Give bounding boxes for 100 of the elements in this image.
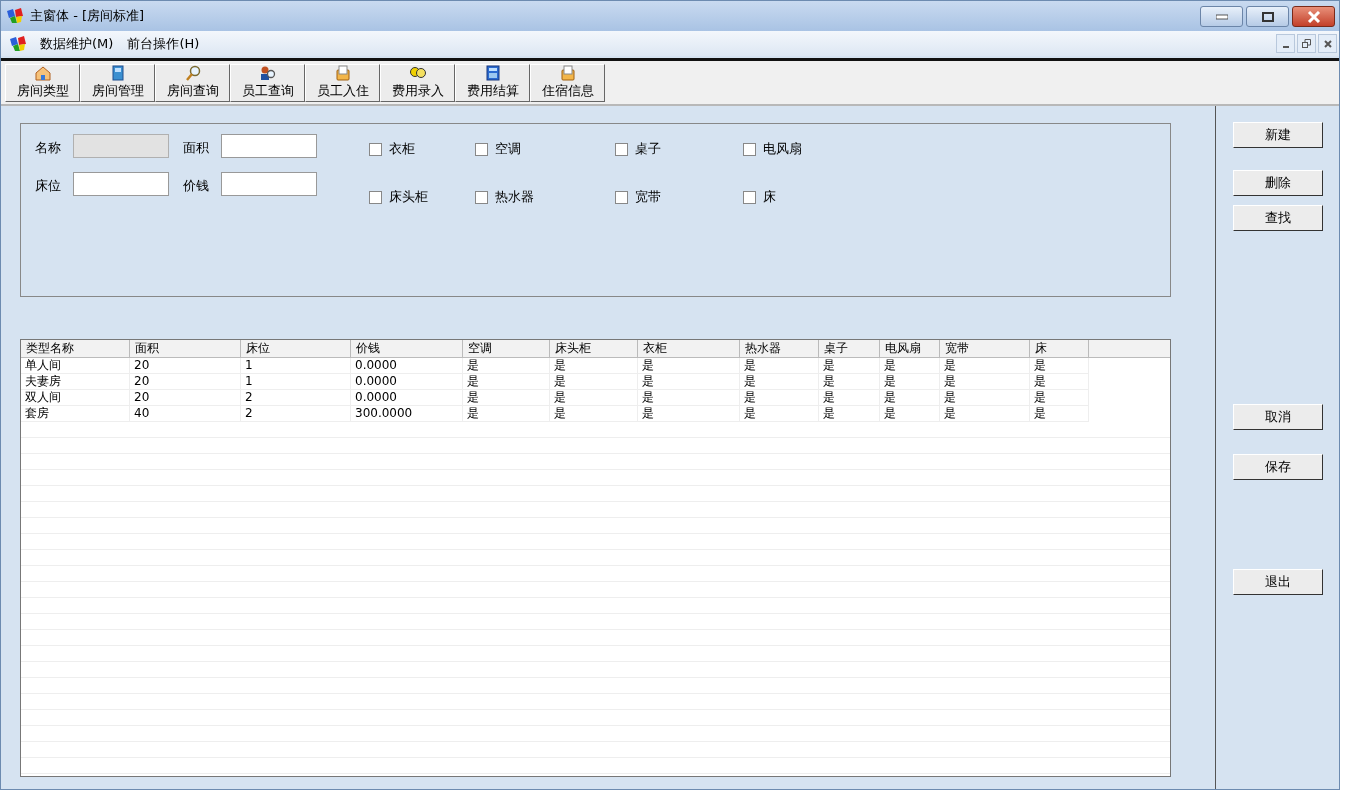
table-cell: 是 bbox=[638, 358, 740, 374]
table-cell: 是 bbox=[463, 374, 550, 390]
table-cell: 是 bbox=[880, 358, 940, 374]
field-label: 名称 bbox=[35, 139, 61, 157]
column-header[interactable]: 宽带 bbox=[940, 340, 1030, 357]
house-icon bbox=[33, 65, 52, 81]
minimize-icon bbox=[1282, 45, 1289, 48]
table-cell: 是 bbox=[463, 390, 550, 406]
table-cell: 0.0000 bbox=[351, 374, 463, 390]
table-cell: 是 bbox=[880, 390, 940, 406]
table-cell: 双人间 bbox=[21, 390, 130, 406]
toolbar-button[interactable]: 住宿信息 bbox=[530, 64, 605, 102]
close-icon bbox=[1323, 39, 1332, 48]
magnifier-icon bbox=[183, 65, 202, 81]
table-cell: 是 bbox=[819, 374, 880, 390]
action-button[interactable]: 退出 bbox=[1232, 569, 1323, 595]
table-cell: 是 bbox=[1030, 358, 1089, 374]
toolbar-button[interactable]: 员工查询 bbox=[230, 64, 305, 102]
toolbar-button[interactable]: 房间管理 bbox=[80, 64, 155, 102]
input-field[interactable] bbox=[73, 172, 169, 196]
table-cell: 单人间 bbox=[21, 358, 130, 374]
table-cell: 20 bbox=[130, 374, 241, 390]
table-cell: 是 bbox=[550, 390, 638, 406]
checkbox[interactable]: 床 bbox=[743, 188, 843, 206]
column-header[interactable]: 热水器 bbox=[740, 340, 819, 357]
app-icon bbox=[9, 35, 27, 52]
checkbox[interactable]: 宽带 bbox=[615, 188, 743, 206]
document-icon bbox=[333, 65, 352, 81]
table-cell: 20 bbox=[130, 358, 241, 374]
table-cell: 是 bbox=[940, 390, 1030, 406]
field-label: 价钱 bbox=[183, 177, 209, 195]
calculator-icon bbox=[483, 65, 502, 81]
table-cell: 是 bbox=[880, 374, 940, 390]
maximize-button[interactable] bbox=[1246, 6, 1289, 27]
table-cell: 20 bbox=[130, 390, 241, 406]
action-button[interactable]: 查找 bbox=[1232, 205, 1323, 231]
column-header[interactable]: 类型名称 bbox=[21, 340, 130, 357]
table-cell: 0.0000 bbox=[351, 390, 463, 406]
table-cell: 是 bbox=[550, 374, 638, 390]
table-cell: 是 bbox=[940, 374, 1030, 390]
table-cell: 是 bbox=[1030, 390, 1089, 406]
document-icon bbox=[558, 65, 577, 81]
table-cell: 是 bbox=[638, 390, 740, 406]
minimize-button[interactable] bbox=[1276, 34, 1295, 53]
people-icon bbox=[408, 65, 427, 81]
column-header[interactable]: 价钱 bbox=[351, 340, 463, 357]
column-header[interactable]: 空调 bbox=[463, 340, 550, 357]
table-cell: 是 bbox=[819, 358, 880, 374]
table-cell: 夫妻房 bbox=[21, 374, 130, 390]
toolbar-button[interactable]: 员工入住 bbox=[305, 64, 380, 102]
column-header[interactable]: 床头柜 bbox=[550, 340, 638, 357]
action-button[interactable]: 取消 bbox=[1232, 404, 1323, 430]
table-cell: 是 bbox=[550, 358, 638, 374]
checkbox[interactable]: 空调 bbox=[475, 140, 615, 158]
menu-item[interactable]: 数据维护(M) bbox=[33, 34, 121, 53]
checkbox[interactable]: 热水器 bbox=[475, 188, 615, 206]
table-cell: 是 bbox=[740, 374, 819, 390]
toolbar-button[interactable]: 房间查询 bbox=[155, 64, 230, 102]
column-header[interactable]: 桌子 bbox=[819, 340, 880, 357]
input-field[interactable] bbox=[221, 134, 317, 158]
table-cell: 是 bbox=[463, 358, 550, 374]
table-cell: 2 bbox=[241, 390, 351, 406]
toolbar-button[interactable]: 费用录入 bbox=[380, 64, 455, 102]
close-button[interactable] bbox=[1292, 6, 1335, 27]
table-cell: 1 bbox=[241, 358, 351, 374]
table-cell: 是 bbox=[740, 358, 819, 374]
restore-button[interactable] bbox=[1297, 34, 1316, 53]
restore-icon bbox=[1302, 39, 1311, 48]
person-search-icon bbox=[258, 65, 277, 81]
field-label: 床位 bbox=[35, 177, 61, 195]
checkbox[interactable]: 衣柜 bbox=[369, 140, 475, 158]
close-icon bbox=[1306, 10, 1321, 23]
column-header[interactable]: 床 bbox=[1030, 340, 1089, 357]
checkbox[interactable]: 床头柜 bbox=[369, 188, 475, 206]
menu-item[interactable]: 前台操作(H) bbox=[120, 34, 207, 53]
input-field[interactable] bbox=[221, 172, 317, 196]
column-header[interactable]: 衣柜 bbox=[638, 340, 740, 357]
table-cell: 是 bbox=[740, 390, 819, 406]
field-label: 面积 bbox=[183, 139, 209, 157]
toolbar-button[interactable]: 费用结算 bbox=[455, 64, 530, 102]
column-header[interactable]: 面积 bbox=[130, 340, 241, 357]
column-header[interactable]: 床位 bbox=[241, 340, 351, 357]
table-cell: 是 bbox=[638, 374, 740, 390]
action-button[interactable]: 删除 bbox=[1232, 170, 1323, 196]
maximize-icon bbox=[1261, 11, 1274, 22]
table-cell: 是 bbox=[1030, 374, 1089, 390]
column-header[interactable]: 电风扇 bbox=[880, 340, 940, 357]
app-icon bbox=[6, 8, 24, 24]
table-cell: 1 bbox=[241, 374, 351, 390]
action-button[interactable]: 新建 bbox=[1232, 122, 1323, 148]
table-cell: 是 bbox=[819, 390, 880, 406]
action-button[interactable]: 保存 bbox=[1232, 454, 1323, 480]
minimize-button[interactable] bbox=[1200, 6, 1243, 27]
window-title: 主窗体 - [房间标准] bbox=[30, 7, 145, 25]
table-cell: 0.0000 bbox=[351, 358, 463, 374]
checkbox[interactable]: 电风扇 bbox=[743, 140, 843, 158]
table-cell: 是 bbox=[940, 358, 1030, 374]
checkbox[interactable]: 桌子 bbox=[615, 140, 743, 158]
minimize-icon bbox=[1215, 13, 1228, 20]
toolbar-button[interactable]: 房间类型 bbox=[5, 64, 80, 102]
